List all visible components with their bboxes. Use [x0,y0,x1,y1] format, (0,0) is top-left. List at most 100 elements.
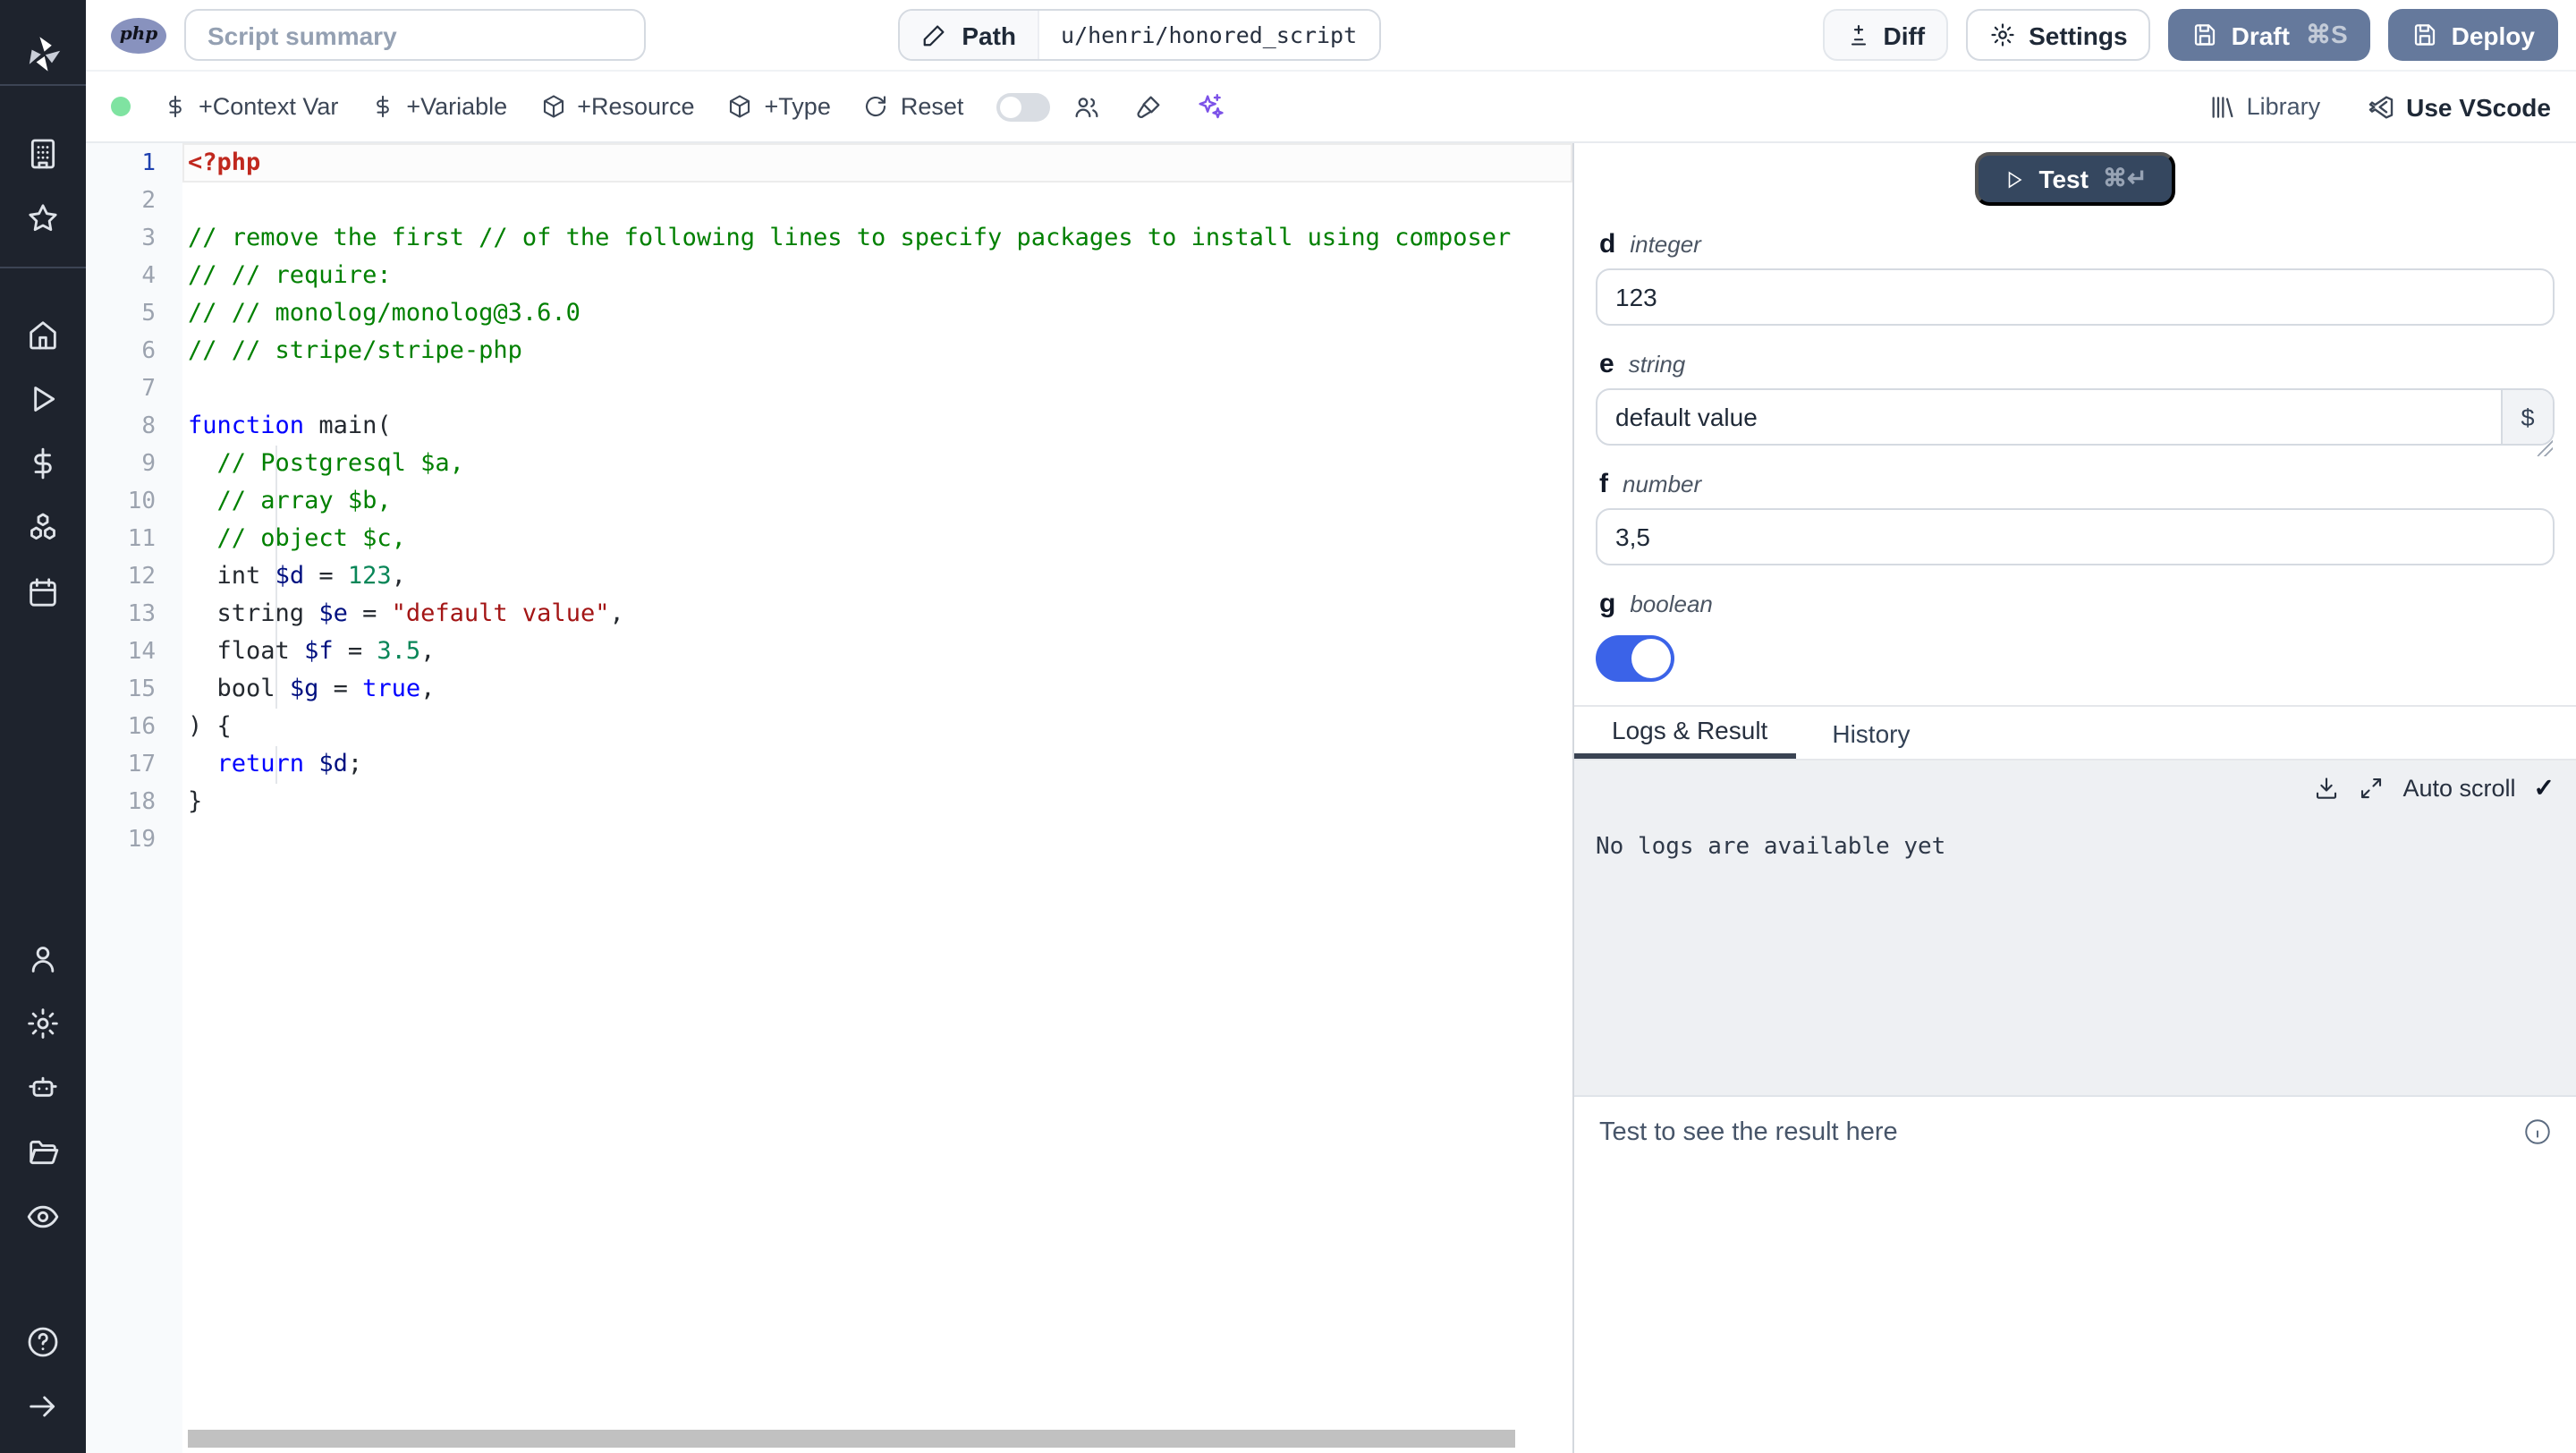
line-number: 4 [141,263,156,290]
eye-icon[interactable] [0,1185,86,1249]
code-line[interactable]: // Postgresql $a, [188,446,1572,483]
diff-icon [1845,21,1870,48]
test-shortcut: ⌘↵ [2102,165,2148,191]
reset-button[interactable]: Reset [863,93,963,120]
code-line[interactable]: int $d = 123, [188,558,1572,596]
library-icon [2207,92,2236,121]
windmill-logo-icon[interactable] [21,23,64,84]
path-value: u/henri/honored_script [1038,11,1379,59]
line-number: 1 [141,150,156,177]
arguments-form: Test ⌘↵ d integer e string [1574,143,2576,707]
users-icon[interactable] [1071,92,1101,121]
test-button[interactable]: Test ⌘↵ [1974,152,2176,206]
autoscroll-label[interactable]: Auto scroll [2402,775,2515,802]
code-line[interactable]: // object $c, [188,521,1572,558]
script-summary-input[interactable] [184,9,646,61]
library-button[interactable]: Library [2207,92,2320,121]
line-number: 18 [127,789,156,816]
line-number: 16 [127,714,156,741]
checkmark-icon: ✓ [2533,773,2555,802]
php-language-badge: php [111,17,166,53]
bot-icon[interactable] [0,1056,86,1120]
add-variable-button[interactable]: +Variable [370,93,507,120]
ai-sparkles-icon[interactable] [1194,91,1224,122]
boolean-toggle-g[interactable] [1596,635,1674,682]
code-line[interactable]: return $d; [188,746,1572,784]
field-input-d[interactable] [1596,268,2555,326]
insert-variable-button[interactable]: $ [2501,390,2553,444]
deploy-button[interactable]: Deploy [2388,9,2558,61]
code-line[interactable]: } [188,784,1572,821]
code-line[interactable]: float $f = 3.5, [188,633,1572,671]
boxes-icon[interactable] [0,496,86,560]
expand-logs-icon[interactable] [2358,775,2385,802]
code-editor[interactable]: 1 2 3 4 5 6 7 8 9 10 11 12 13 14 15 16 17 18 19 <?php// re… [86,143,1574,1453]
settings-button[interactable]: Settings [1966,9,2151,61]
draft-button[interactable]: Draft ⌘S [2168,9,2371,61]
no-logs-message: No logs are available yet [1596,834,1946,861]
status-dot [111,97,131,116]
building-icon[interactable] [0,122,86,186]
add-type-button[interactable]: +Type [727,93,831,120]
panel-tabs: Logs & Result History [1574,707,2576,760]
line-number: 5 [141,301,156,327]
code-line[interactable] [188,370,1572,408]
code-line[interactable]: // array $b, [188,483,1572,521]
line-number: 8 [141,413,156,440]
top-bar: php Path u/henri/honored_script Diff [86,0,2576,72]
dollar-icon [370,93,395,120]
code-line[interactable]: // // stripe/stripe-php [188,333,1572,370]
home-icon[interactable] [0,302,86,367]
tab-history[interactable]: History [1807,707,1935,759]
line-number: 15 [127,676,156,703]
diff-button[interactable]: Diff [1822,9,1949,61]
field-label-e: e string [1599,349,1686,379]
download-logs-icon[interactable] [2313,775,2340,802]
code-lines[interactable]: <?php // remove the first // of the follo… [182,143,1572,1453]
code-line[interactable]: <?php [188,145,1572,183]
use-vscode-button[interactable]: Use VScode [2367,92,2551,121]
code-line[interactable]: function main( [188,408,1572,446]
assistant-toggle[interactable] [996,92,1050,121]
code-line[interactable]: string $e = "default value", [188,596,1572,633]
add-resource-button[interactable]: +Resource [539,93,695,120]
line-number: 14 [127,639,156,666]
help-circle-icon[interactable] [0,1310,86,1374]
line-number: 2 [141,188,156,215]
format-brush-icon[interactable] [1133,92,1162,121]
dollar-icon[interactable] [0,431,86,496]
gear-icon [1989,21,2016,48]
star-icon[interactable] [0,186,86,251]
resize-grip[interactable] [2537,440,2553,456]
sidebar [0,0,86,1453]
line-number: 9 [141,451,156,478]
info-icon[interactable] [2522,1117,2553,1147]
calendar-icon[interactable] [0,560,86,625]
save-icon [2412,21,2439,48]
gear-icon[interactable] [0,991,86,1056]
vscode-icon [2367,92,2395,121]
field-input-f[interactable] [1596,508,2555,565]
arrow-right-icon[interactable] [0,1374,86,1439]
field-input-e[interactable] [1596,388,2555,446]
play-icon[interactable] [0,367,86,431]
user-icon[interactable] [0,927,86,991]
tab-logs-result[interactable]: Logs & Result [1574,707,1797,759]
code-line[interactable] [188,821,1572,859]
code-line[interactable]: // // require: [188,258,1572,295]
code-line[interactable]: ) { [188,709,1572,746]
code-line[interactable]: // remove the first // of the following … [188,220,1572,258]
line-number: 17 [127,752,156,778]
path-label: Path [962,21,1017,49]
folder-icon[interactable] [0,1120,86,1185]
script-path[interactable]: Path u/henri/honored_script [897,9,1381,61]
run-panel: Test ⌘↵ d integer e string [1574,143,2576,1453]
add-context-var-button[interactable]: +Context Var [163,93,338,120]
save-icon [2192,21,2219,48]
editor-toolbar: +Context Var +Variable +Resource +Type R… [86,72,2576,143]
code-line[interactable] [188,183,1572,220]
code-line[interactable]: bool $g = true, [188,671,1572,709]
code-line[interactable]: // // monolog/monolog@3.6.0 [188,295,1572,333]
refresh-icon [863,93,890,120]
horizontal-scrollbar[interactable] [188,1430,1515,1448]
